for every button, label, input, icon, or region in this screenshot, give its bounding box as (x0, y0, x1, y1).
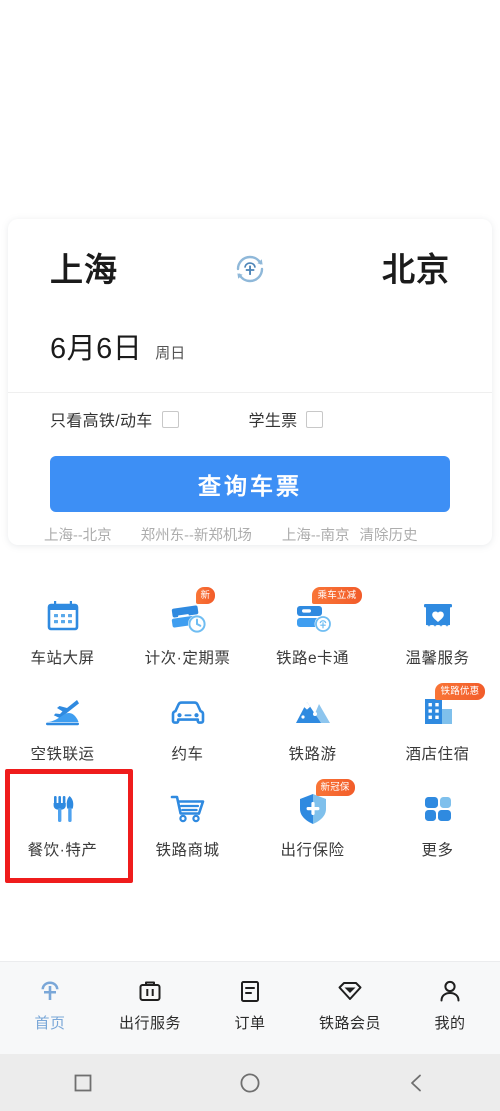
service-label: 餐饮·特产 (27, 842, 98, 859)
home-circle-icon[interactable] (167, 1071, 334, 1095)
tab-label: 铁路会员 (318, 1015, 381, 1032)
service-item-railway-ecard[interactable]: 乘车立减 铁路e卡通 (250, 584, 375, 680)
back-chevron-icon[interactable] (333, 1072, 500, 1094)
service-badge: 铁路优惠 (434, 683, 486, 700)
android-system-nav (0, 1054, 500, 1111)
more-grid-icon (415, 786, 461, 832)
card-divider (8, 392, 492, 393)
service-item-railway-mall[interactable]: 铁路商城 (125, 776, 250, 872)
station-screen-icon (40, 594, 86, 640)
service-label: 铁路e卡通 (275, 650, 350, 667)
option-high-speed-checkbox[interactable] (161, 410, 179, 428)
history-item[interactable]: 上海--北京 (44, 524, 112, 545)
swap-station-icon[interactable] (229, 248, 271, 290)
service-item-dining-specialty[interactable]: 餐饮·特产 (0, 776, 125, 872)
option-high-speed-only[interactable]: 只看高铁/动车 (50, 407, 179, 431)
query-tickets-button[interactable]: 查询车票 (50, 456, 450, 512)
tab-label: 出行服务 (118, 1015, 181, 1032)
service-grid: 车站大屏 新 计次·定期票 乘车立减 铁路e卡通 温馨服务 空铁联运 约车 铁路… (0, 584, 500, 872)
tab-label: 我的 (434, 1015, 466, 1032)
service-item-caring-service[interactable]: 温馨服务 (375, 584, 500, 680)
service-label: 空铁联运 (30, 746, 95, 763)
diamond-member-icon (333, 974, 367, 1008)
travel-insurance-icon: 新冠保 (290, 779, 355, 832)
tab-mine[interactable]: 我的 (400, 974, 500, 1033)
option-student-ticket[interactable]: 学生票 (249, 407, 324, 431)
service-label: 铁路商城 (155, 842, 220, 859)
ticket-options-row: 只看高铁/动车 学生票 (50, 407, 324, 431)
service-item-air-rail-transfer[interactable]: 空铁联运 (0, 680, 125, 776)
ticket-search-card: 上海 北京 6月6日 周日 只看高铁/动车 学生票 查询车票 上海--北京 郑州… (8, 219, 492, 545)
hotel-icon: 铁路优惠 (415, 683, 486, 736)
suitcase-icon (133, 974, 167, 1008)
travel-weekday: 周日 (155, 345, 186, 362)
top-blank-area (0, 0, 500, 218)
service-label: 约车 (171, 746, 204, 763)
history-item[interactable]: 上海--南京 (282, 524, 350, 545)
service-label: 温馨服务 (405, 650, 470, 667)
departure-city[interactable]: 上海 (50, 253, 118, 286)
person-icon (433, 974, 467, 1008)
service-label: 计次·定期票 (144, 650, 231, 667)
tab-railway-member[interactable]: 铁路会员 (300, 974, 400, 1033)
date-selector[interactable]: 6月6日 周日 (50, 325, 185, 367)
railway-mall-icon (165, 786, 211, 832)
hail-car-icon (165, 690, 211, 736)
option-high-speed-label: 只看高铁/动车 (50, 413, 153, 430)
arrival-city[interactable]: 北京 (382, 253, 450, 286)
option-student-checkbox[interactable] (306, 410, 324, 428)
service-badge: 乘车立减 (311, 587, 363, 604)
recents-square-icon[interactable] (0, 1072, 167, 1094)
railway-tour-icon (290, 690, 336, 736)
tab-label: 首页 (34, 1015, 66, 1032)
air-rail-transfer-icon (40, 690, 86, 736)
service-label: 出行保险 (280, 842, 345, 859)
service-item-railway-tour[interactable]: 铁路游 (250, 680, 375, 776)
city-selection-row: 上海 北京 (8, 241, 492, 297)
railway-ecard-icon: 乘车立减 (290, 587, 363, 640)
service-item-travel-insurance[interactable]: 新冠保 出行保险 (250, 776, 375, 872)
service-item-station-screen[interactable]: 车站大屏 (0, 584, 125, 680)
tab-label: 订单 (234, 1015, 266, 1032)
caring-service-icon (415, 594, 461, 640)
service-label: 酒店住宿 (405, 746, 470, 763)
service-item-hotel[interactable]: 铁路优惠 酒店住宿 (375, 680, 500, 776)
travel-date: 6月6日 (50, 333, 143, 365)
tab-travel-services[interactable]: 出行服务 (100, 974, 200, 1033)
tab-orders[interactable]: 订单 (200, 974, 300, 1033)
service-badge: 新冠保 (315, 779, 355, 796)
dining-specialty-icon (40, 786, 86, 832)
tab-home[interactable]: 首页 (0, 974, 100, 1033)
home-railway-icon (33, 974, 67, 1008)
bottom-tab-bar: 首页 出行服务 订单 铁路会员 我的 (0, 961, 500, 1054)
service-item-hail-car[interactable]: 约车 (125, 680, 250, 776)
option-student-label: 学生票 (248, 413, 298, 430)
service-item-multi-ride-ticket[interactable]: 新 计次·定期票 (125, 584, 250, 680)
clear-history-button[interactable]: 清除历史 (360, 524, 418, 545)
order-list-icon (233, 974, 267, 1008)
search-history-row: 上海--北京 郑州东--新郑机场 上海--南京 清除历史 (8, 524, 492, 545)
service-label: 更多 (421, 842, 454, 859)
app-root: 上海 北京 6月6日 周日 只看高铁/动车 学生票 查询车票 上海--北京 郑州… (0, 0, 500, 1111)
service-badge: 新 (195, 587, 216, 604)
history-item[interactable]: 郑州东--新郑机场 (141, 524, 252, 545)
service-item-more[interactable]: 更多 (375, 776, 500, 872)
service-label: 车站大屏 (30, 650, 95, 667)
service-label: 铁路游 (288, 746, 337, 763)
multi-ride-ticket-icon: 新 (165, 587, 216, 640)
